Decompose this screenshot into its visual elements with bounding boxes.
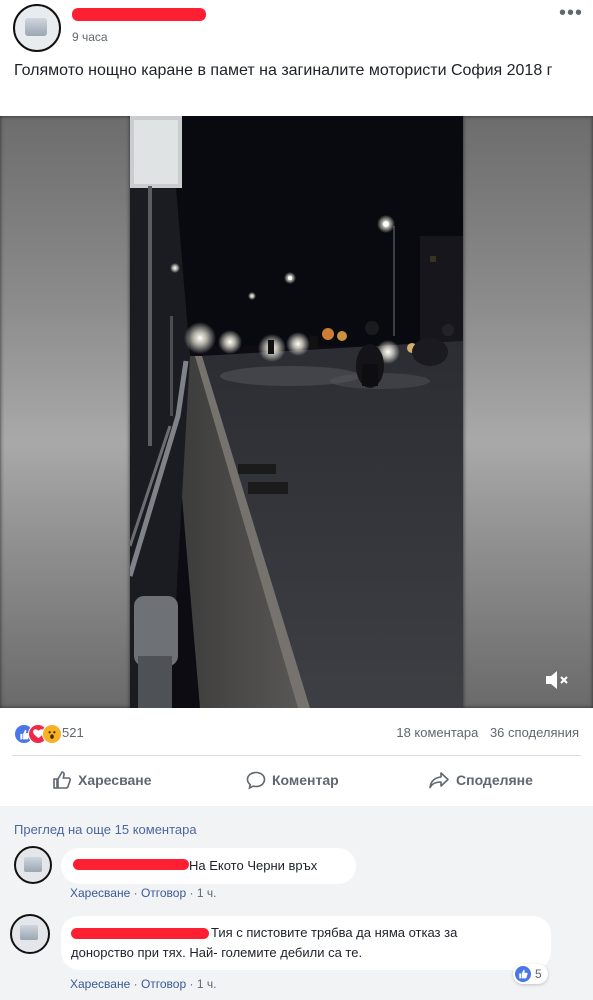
comment-icon xyxy=(246,771,266,790)
post-time[interactable]: 9 часа xyxy=(72,30,108,44)
comment-like-link[interactable]: Харесване xyxy=(70,886,130,900)
comment-button[interactable]: Коментар xyxy=(246,770,339,790)
post-header: 9 часа ••• xyxy=(0,0,593,56)
comment-like-link[interactable]: Харесване xyxy=(70,977,130,991)
commenter-avatar[interactable] xyxy=(14,846,52,884)
video-player[interactable] xyxy=(0,116,593,708)
divider xyxy=(12,755,581,756)
comment-time[interactable]: 1 ч. xyxy=(197,886,217,900)
comments-count[interactable]: 18 коментара xyxy=(396,725,478,740)
comment-text-line2: донорство при тях. Най- големите дебили … xyxy=(71,945,363,960)
video-blur-left xyxy=(0,116,130,708)
share-button[interactable]: Споделяне xyxy=(428,770,533,790)
video-scene xyxy=(130,116,463,708)
comment-bubble: На Екото Черни връх xyxy=(61,848,356,884)
thumbs-up-icon xyxy=(53,771,71,789)
comment-text: На Екото Черни връх xyxy=(189,858,318,873)
comment-reply-link[interactable]: Отговор xyxy=(141,886,186,900)
ellipsis-icon[interactable]: ••• xyxy=(559,2,583,25)
redacted-commenter-name xyxy=(73,859,189,870)
shares-count[interactable]: 36 споделяния xyxy=(490,725,579,740)
commenter-avatar[interactable] xyxy=(10,914,50,954)
post-stats: 521 18 коментара 36 споделяния xyxy=(0,720,593,748)
reaction-count[interactable]: 521 xyxy=(62,725,84,740)
video-blur-right xyxy=(463,116,593,708)
page-avatar[interactable] xyxy=(13,4,61,52)
view-more-comments-link[interactable]: Преглед на още 15 коментара xyxy=(14,822,197,837)
like-button-label: Харесване xyxy=(78,772,152,788)
comment-meta: Харесване · Отговор · 1 ч. xyxy=(70,977,217,991)
comment-reply-link[interactable]: Отговор xyxy=(141,977,186,991)
comment-time[interactable]: 1 ч. xyxy=(197,977,217,991)
post-text: Голямото нощно каране в памет на загинал… xyxy=(14,62,553,79)
redacted-commenter-name xyxy=(71,928,209,939)
video-frame[interactable] xyxy=(130,116,463,708)
comment-meta: Харесване · Отговор · 1 ч. xyxy=(70,886,217,900)
like-button[interactable]: Харесване xyxy=(52,770,152,790)
comment-text-line1: Тия с пистовите трябва да няма отказ за xyxy=(211,925,458,940)
like-reaction-icon xyxy=(515,966,531,982)
share-button-label: Споделяне xyxy=(456,772,533,788)
redacted-author-name xyxy=(72,8,206,21)
wow-reaction-icon xyxy=(42,724,62,744)
volume-muted-icon[interactable] xyxy=(543,668,573,692)
comment-likes-count: 5 xyxy=(535,967,542,981)
action-bar: Харесване Коментар Споделяне xyxy=(0,760,593,804)
comments-section: Преглед на още 15 коментара На Екото Чер… xyxy=(0,806,593,1000)
comment-bubble: Тия с пистовите трябва да няма отказ за … xyxy=(61,916,551,970)
comment-button-label: Коментар xyxy=(272,772,339,788)
comment-likes-badge[interactable]: 5 xyxy=(513,964,548,984)
share-icon xyxy=(429,772,449,789)
